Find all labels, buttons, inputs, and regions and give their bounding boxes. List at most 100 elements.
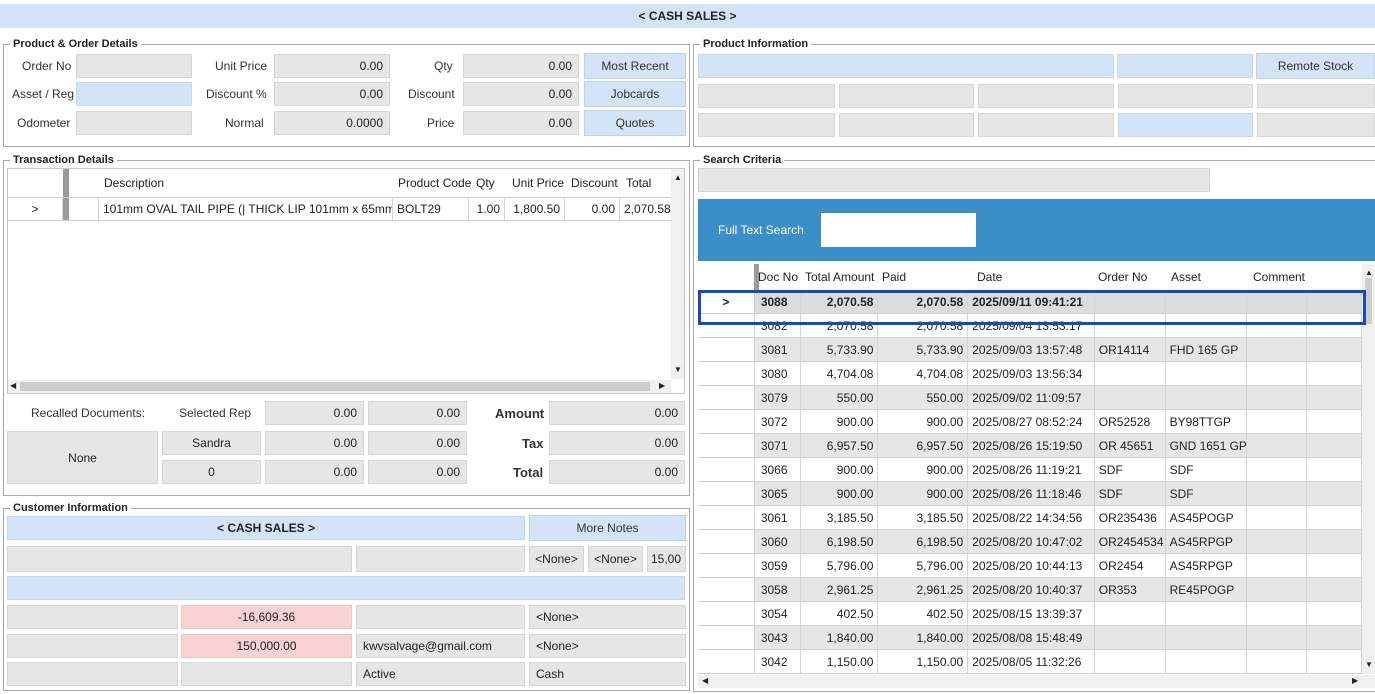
cell-doc-no[interactable]: 3058 [755, 578, 801, 601]
search-result-row[interactable]: 3079 550.00 550.00 2025/09/02 11:09:57 [698, 386, 1362, 410]
cell-doc-no[interactable]: 3072 [755, 410, 801, 433]
cell-asset[interactable]: BY98TTGP [1166, 410, 1248, 433]
cell-paid[interactable]: 2,070.58 [878, 290, 969, 313]
cell-doc-no[interactable]: 3071 [755, 434, 801, 457]
cell-comment[interactable] [1247, 434, 1308, 457]
jobcards-button[interactable]: Jobcards [584, 81, 686, 107]
cell-paid[interactable]: 2,961.25 [878, 578, 969, 601]
cell-asset[interactable] [1166, 314, 1248, 337]
cell-total[interactable]: 2,070.58 [620, 198, 671, 220]
cell-order-no[interactable]: OR235436 [1095, 506, 1166, 529]
customer-none-2[interactable]: <None> [588, 546, 643, 572]
search-result-row[interactable]: 3043 1,840.00 1,840.00 2025/08/08 15:48:49 [698, 626, 1362, 650]
cell-order-no[interactable]: OR2454534 [1095, 530, 1166, 553]
search-result-row[interactable]: 3042 1,150.00 1,150.00 2025/08/05 11:32:26 [698, 650, 1362, 674]
cell-comment[interactable] [1247, 482, 1308, 505]
cell-total-amount[interactable]: 3,185.50 [801, 506, 879, 529]
scroll-up-icon[interactable]: ▲ [674, 173, 682, 182]
cell-paid[interactable]: 1,150.00 [878, 650, 969, 673]
cell-order-no[interactable]: OR353 [1095, 578, 1166, 601]
rep-code-field[interactable]: 0 [162, 460, 261, 484]
cell-doc-no[interactable]: 3061 [755, 506, 801, 529]
search-result-row[interactable]: 3066 900.00 900.00 2025/08/26 11:19:21 SDF SD… [698, 458, 1362, 482]
scroll-down-icon[interactable]: ▼ [1365, 660, 1373, 669]
cell-comment[interactable] [1247, 602, 1308, 625]
cell-total-amount[interactable]: 900.00 [801, 458, 879, 481]
cell-order-no[interactable]: OR14114 [1095, 338, 1166, 361]
col-order-no[interactable]: Order No [1098, 264, 1147, 290]
cell-total-amount[interactable]: 2,070.58 [801, 290, 879, 313]
cell-doc-no[interactable]: 3059 [755, 554, 801, 577]
row-header[interactable] [698, 410, 755, 433]
cell-doc-no[interactable]: 3079 [755, 386, 801, 409]
cell-total-amount[interactable]: 1,840.00 [801, 626, 879, 649]
customer-none-3[interactable]: <None> [529, 605, 686, 629]
col-comment[interactable]: Comment [1253, 264, 1305, 290]
cell-doc-no[interactable]: 3088 [755, 290, 801, 313]
search-result-row[interactable]: 3080 4,704.08 4,704.08 2025/09/03 13:56:34 [698, 362, 1362, 386]
cell-asset[interactable] [1166, 290, 1248, 313]
search-result-row[interactable]: 3082 2,070.58 2,070.58 2025/09/04 13:53:17 [698, 314, 1362, 338]
row-header[interactable] [698, 650, 755, 673]
discount-field[interactable]: 0.00 [463, 82, 579, 106]
more-notes-button[interactable]: More Notes [529, 515, 686, 541]
cell-comment[interactable] [1247, 506, 1308, 529]
col-total-amount[interactable]: Total Amount [805, 264, 874, 290]
cell-paid[interactable]: 1,840.00 [878, 626, 969, 649]
cell-total-amount[interactable]: 6,198.50 [801, 530, 879, 553]
cell-date[interactable]: 2025/08/20 10:47:02 [968, 530, 1095, 553]
cell-total-amount[interactable]: 2,070.58 [801, 314, 879, 337]
cell-comment[interactable] [1247, 314, 1308, 337]
cell-date[interactable]: 2025/08/27 08:52:24 [968, 410, 1095, 433]
customer-status-field[interactable]: Active [356, 662, 525, 686]
row-expander-icon[interactable]: > [8, 198, 63, 220]
row-header[interactable] [698, 626, 755, 649]
cell-comment[interactable] [1247, 626, 1308, 649]
remote-stock-button[interactable]: Remote Stock [1256, 53, 1375, 79]
cell-order-no[interactable] [1095, 386, 1166, 409]
cell-date[interactable]: 2025/09/03 13:57:48 [968, 338, 1095, 361]
cell-paid[interactable]: 4,704.08 [878, 362, 969, 385]
search-result-row[interactable]: 3061 3,185.50 3,185.50 2025/08/22 14:34:56 O… [698, 506, 1362, 530]
cell-asset[interactable]: FHD 165 GP [1166, 338, 1248, 361]
full-text-search-input[interactable] [821, 213, 976, 247]
cell-date[interactable]: 2025/08/22 14:34:56 [968, 506, 1095, 529]
qty-field[interactable]: 0.00 [463, 54, 579, 78]
search-result-row[interactable]: 3059 5,796.00 5,796.00 2025/08/20 10:44:13 O… [698, 554, 1362, 578]
cell-order-no[interactable] [1095, 290, 1166, 313]
cell-paid[interactable]: 402.50 [878, 602, 969, 625]
cell-asset[interactable]: AS45RPGP [1166, 554, 1248, 577]
cell-order-no[interactable] [1095, 650, 1166, 673]
cell-asset[interactable]: GND 1651 GP [1166, 434, 1248, 457]
scroll-left-icon[interactable]: ◀ [702, 676, 708, 685]
cell-doc-no[interactable]: 3042 [755, 650, 801, 673]
scroll-down-icon[interactable]: ▼ [674, 365, 682, 374]
row-expander-icon[interactable]: > [698, 290, 755, 313]
search-result-row[interactable]: 3058 2,961.25 2,961.25 2025/08/20 10:40:37 O… [698, 578, 1362, 602]
cell-date[interactable]: 2025/08/26 11:19:21 [968, 458, 1095, 481]
cell-asset[interactable] [1166, 626, 1248, 649]
horizontal-scrollbar[interactable]: ◀ ▶ [8, 380, 671, 393]
cell-comment[interactable] [1247, 530, 1308, 553]
product-name-field[interactable] [698, 54, 1114, 78]
cell-product-code[interactable]: BOLT29 [393, 198, 469, 220]
cell-discount[interactable]: 0.00 [565, 198, 620, 220]
customer-none-4[interactable]: <None> [529, 634, 686, 658]
search-result-row[interactable]: 3081 5,733.90 5,733.90 2025/09/03 13:57:48 O… [698, 338, 1362, 362]
vertical-scrollbar[interactable]: ▲ ▼ [671, 169, 684, 379]
cell-date[interactable]: 2025/08/26 15:19:50 [968, 434, 1095, 457]
quotes-button[interactable]: Quotes [584, 110, 686, 136]
cell-total-amount[interactable]: 5,733.90 [801, 338, 879, 361]
row-header[interactable] [698, 482, 755, 505]
unit-price-field[interactable]: 0.00 [274, 54, 390, 78]
row-header[interactable] [698, 386, 755, 409]
customer-name-field[interactable]: < CASH SALES > [7, 516, 525, 540]
row-header[interactable] [698, 338, 755, 361]
cell-doc-no[interactable]: 3080 [755, 362, 801, 385]
cell-paid[interactable]: 5,796.00 [878, 554, 969, 577]
cell-asset[interactable] [1166, 386, 1248, 409]
row-header[interactable] [698, 314, 755, 337]
cell-comment[interactable] [1247, 458, 1308, 481]
cell-paid[interactable]: 900.00 [878, 410, 969, 433]
cell-doc-no[interactable]: 3081 [755, 338, 801, 361]
